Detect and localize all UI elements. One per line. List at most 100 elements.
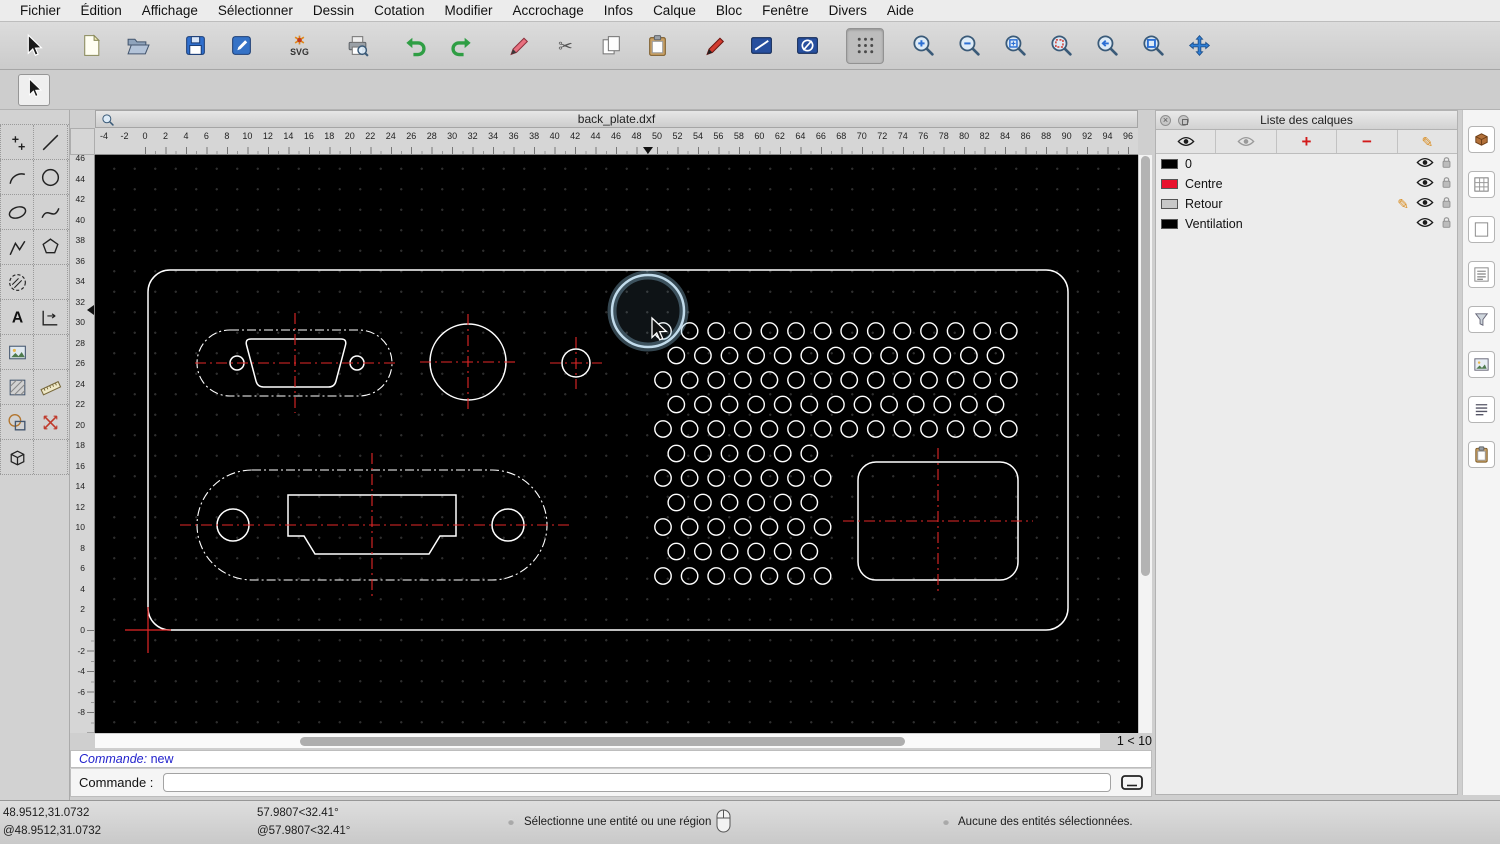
svg-export-button[interactable]: SVG: [280, 28, 318, 64]
copy-button[interactable]: [592, 28, 630, 64]
horizontal-scrollbar-thumb[interactable]: [300, 737, 905, 746]
layer-color-swatch[interactable]: [1161, 179, 1178, 189]
show-all-layers-button[interactable]: [1156, 130, 1217, 153]
image-tool-button[interactable]: [0, 335, 34, 369]
layer-lock-icon[interactable]: [1441, 196, 1452, 212]
list-widget-toggle-button[interactable]: [1468, 261, 1495, 288]
print-preview-button[interactable]: [338, 28, 376, 64]
close-icon[interactable]: ×: [1160, 115, 1171, 126]
detach-icon[interactable]: [1178, 115, 1189, 126]
circle-attributes-button[interactable]: [788, 28, 826, 64]
document-titlebar[interactable]: back_plate.dxf: [95, 110, 1138, 128]
h-ruler-label: 12: [262, 131, 273, 141]
pan-button[interactable]: [1180, 28, 1218, 64]
select-button[interactable]: [14, 28, 52, 64]
line-tool-button[interactable]: [34, 125, 68, 159]
lines-widget-toggle-button[interactable]: [1468, 396, 1495, 423]
points-tool-button[interactable]: [0, 125, 34, 159]
command-history: Commande: new: [70, 750, 1152, 768]
keyboard-icon[interactable]: [1121, 775, 1143, 790]
menu-modifier[interactable]: Modifier: [434, 3, 502, 18]
menu-calque[interactable]: Calque: [643, 3, 706, 18]
menu-cotation[interactable]: Cotation: [364, 3, 434, 18]
pen-attributes-button[interactable]: [696, 28, 734, 64]
media-widget-toggle-button[interactable]: [1468, 351, 1495, 378]
menu-affichage[interactable]: Affichage: [132, 3, 208, 18]
paste-button[interactable]: [638, 28, 676, 64]
layer-lock-icon[interactable]: [1441, 156, 1452, 172]
remove-layer-button[interactable]: −: [1337, 130, 1398, 153]
undo-button[interactable]: [396, 28, 434, 64]
edit-settings-button[interactable]: [222, 28, 260, 64]
text-tool-button[interactable]: A: [0, 300, 34, 334]
layer-color-swatch[interactable]: [1161, 199, 1178, 209]
clipboard-widget-toggle-button[interactable]: [1468, 441, 1495, 468]
h-ruler-label: 52: [672, 131, 683, 141]
blank-widget-toggle-button[interactable]: [1468, 216, 1495, 243]
command-input[interactable]: [163, 773, 1111, 792]
pen-red-button[interactable]: [500, 28, 538, 64]
menu-infos[interactable]: Infos: [594, 3, 643, 18]
layer-visibility-icon[interactable]: [1416, 217, 1434, 231]
menu-fenetre[interactable]: Fenêtre: [752, 3, 819, 18]
layer-visibility-icon[interactable]: [1416, 157, 1434, 171]
polygon-tool-button[interactable]: [34, 230, 68, 264]
menu-divers[interactable]: Divers: [819, 3, 877, 18]
hatch-tool-button[interactable]: [0, 370, 34, 404]
edit-layer-button[interactable]: ✎: [1398, 130, 1457, 153]
horizontal-scrollbar[interactable]: [95, 733, 1100, 748]
explode-tool-button[interactable]: [34, 405, 68, 439]
spline-tool-button[interactable]: [34, 195, 68, 229]
zoom-out-button[interactable]: [950, 28, 988, 64]
vertical-scrollbar-thumb[interactable]: [1141, 156, 1150, 576]
filter-widget-toggle-button[interactable]: [1468, 306, 1495, 333]
add-layer-button[interactable]: +: [1277, 130, 1338, 153]
select-tool-button[interactable]: [18, 74, 50, 106]
layer-row[interactable]: Ventilation: [1156, 214, 1457, 234]
polyline-tool-button[interactable]: [0, 230, 34, 264]
block-widget-toggle-button[interactable]: [1468, 126, 1495, 153]
open-button[interactable]: [118, 28, 156, 64]
menu-fichier[interactable]: Fichier: [10, 3, 71, 18]
menu-selectionner[interactable]: Sélectionner: [208, 3, 303, 18]
menu-bloc[interactable]: Bloc: [706, 3, 752, 18]
layer-row[interactable]: Retour ✎: [1156, 194, 1457, 214]
zoom-previous-button[interactable]: [1088, 28, 1126, 64]
layer-lock-icon[interactable]: [1441, 216, 1452, 232]
layer-visibility-icon[interactable]: [1416, 197, 1434, 211]
redo-button[interactable]: [442, 28, 480, 64]
layer-color-swatch[interactable]: [1161, 159, 1178, 169]
layer-lock-icon[interactable]: [1441, 176, 1452, 192]
circle-hatch-tool-button[interactable]: [0, 265, 34, 299]
zoom-in-button[interactable]: [904, 28, 942, 64]
line-attributes-button[interactable]: [742, 28, 780, 64]
dim-leader-tool-button[interactable]: [34, 300, 68, 334]
menu-aide[interactable]: Aide: [877, 3, 924, 18]
vertical-scrollbar[interactable]: [1138, 155, 1152, 733]
modify-tool-button[interactable]: [0, 405, 34, 439]
hide-all-layers-button[interactable]: [1216, 130, 1277, 153]
layer-row-icons: [1416, 156, 1452, 172]
layer-row[interactable]: 0: [1156, 154, 1457, 174]
layer-row[interactable]: Centre: [1156, 174, 1457, 194]
layer-name: Retour: [1185, 197, 1223, 211]
menu-edition[interactable]: Édition: [71, 3, 132, 18]
zoom-select-button[interactable]: [1042, 28, 1080, 64]
new-button[interactable]: [72, 28, 110, 64]
menu-accrochage[interactable]: Accrochage: [502, 3, 593, 18]
cut-button[interactable]: ✂: [546, 28, 584, 64]
layer-color-swatch[interactable]: [1161, 219, 1178, 229]
arc-tool-button[interactable]: [0, 160, 34, 194]
library-widget-toggle-button[interactable]: [1468, 171, 1495, 198]
grid-toggle-button[interactable]: [846, 27, 884, 64]
ellipse-tool-button[interactable]: [0, 195, 34, 229]
menu-dessin[interactable]: Dessin: [303, 3, 364, 18]
zoom-auto-button[interactable]: [996, 28, 1034, 64]
drawing-canvas[interactable]: [95, 155, 1138, 733]
save-button[interactable]: [176, 28, 214, 64]
measure-tool-button[interactable]: [34, 370, 68, 404]
circle-tool-button[interactable]: [34, 160, 68, 194]
layer-visibility-icon[interactable]: [1416, 177, 1434, 191]
solid3d-tool-button[interactable]: [0, 440, 34, 474]
zoom-window-button[interactable]: [1134, 28, 1172, 64]
